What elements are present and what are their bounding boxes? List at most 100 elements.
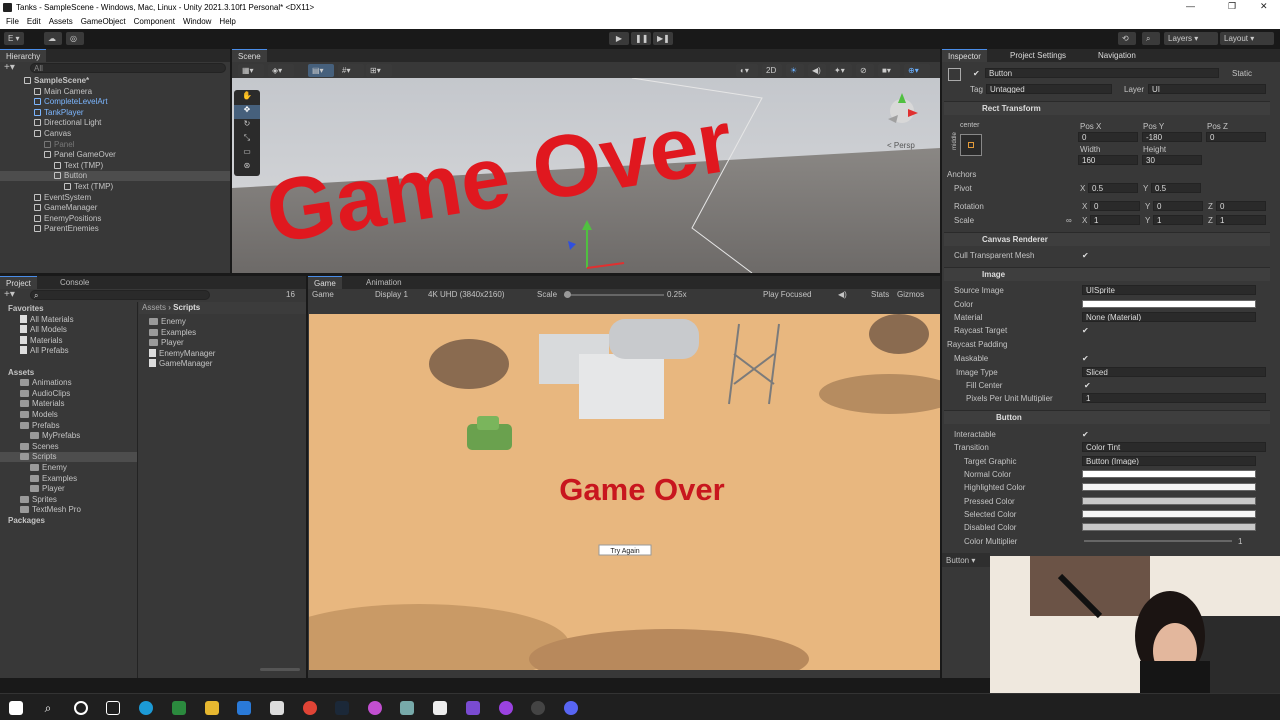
- stats-button[interactable]: Stats: [871, 289, 889, 301]
- asset-folder[interactable]: Examples: [0, 474, 137, 484]
- posz-field[interactable]: 0: [1206, 132, 1266, 142]
- project-file[interactable]: Player: [149, 338, 184, 348]
- highlighted-color-swatch[interactable]: [1082, 483, 1256, 491]
- try-again-button[interactable]: Try Again: [598, 544, 652, 556]
- pause-button[interactable]: ❚❚: [631, 32, 651, 45]
- favorite-item[interactable]: All Prefabs: [0, 346, 137, 356]
- icon-size-slider[interactable]: [260, 668, 300, 671]
- rotation-z-field[interactable]: 0: [1216, 201, 1266, 211]
- steam-icon[interactable]: [335, 701, 349, 715]
- hierarchy-item[interactable]: Panel GameOver: [0, 150, 230, 160]
- toggle-2d-button[interactable]: 2D: [762, 64, 782, 77]
- shading-icon[interactable]: ◐▾: [736, 64, 758, 77]
- menu-window[interactable]: Window: [183, 15, 211, 29]
- hierarchy-item[interactable]: CompleteLevelArt: [0, 97, 230, 107]
- height-field[interactable]: 30: [1142, 155, 1202, 165]
- visual-studio-icon[interactable]: [466, 701, 480, 715]
- rect-transform-header[interactable]: Rect Transform: [944, 101, 1270, 115]
- start-icon[interactable]: [9, 701, 23, 715]
- hierarchy-item[interactable]: SampleScene*: [0, 76, 230, 86]
- project-file[interactable]: Examples: [149, 328, 196, 338]
- tab-game[interactable]: Game: [308, 276, 342, 289]
- github-icon[interactable]: [531, 701, 545, 715]
- cortana-icon[interactable]: [74, 701, 88, 715]
- pressed-color-swatch[interactable]: [1082, 497, 1256, 505]
- draw-mode-icon[interactable]: ▦▾: [238, 64, 264, 77]
- close-button[interactable]: ✕: [1260, 1, 1268, 12]
- menu-gameobject[interactable]: GameObject: [81, 15, 126, 29]
- edge-icon[interactable]: [139, 701, 153, 715]
- asset-folder[interactable]: Enemy: [0, 463, 137, 473]
- scale-z-field[interactable]: 1: [1216, 215, 1266, 225]
- add-icon[interactable]: +▾: [4, 62, 15, 73]
- asset-folder[interactable]: Player: [0, 484, 137, 494]
- effects-icon[interactable]: ✦▾: [830, 64, 852, 77]
- transform-tool-icon[interactable]: ⊛: [234, 161, 260, 175]
- menu-assets[interactable]: Assets: [49, 15, 73, 29]
- discord-icon[interactable]: [564, 701, 578, 715]
- scale-y-field[interactable]: 1: [1153, 215, 1203, 225]
- width-field[interactable]: 160: [1078, 155, 1138, 165]
- unity-icon[interactable]: [433, 701, 447, 715]
- tag-dropdown[interactable]: Untagged: [986, 84, 1112, 94]
- hierarchy-item[interactable]: Canvas: [0, 129, 230, 139]
- maskable-checkbox[interactable]: ✔: [1082, 354, 1089, 363]
- material-field[interactable]: None (Material): [1082, 312, 1256, 322]
- unity-hub-icon[interactable]: [270, 701, 284, 715]
- project-file[interactable]: GameManager: [149, 359, 212, 369]
- hierarchy-item[interactable]: Main Camera: [0, 87, 230, 97]
- gizmos-icon[interactable]: ⊕▾: [904, 64, 930, 77]
- search-icon[interactable]: ⌕: [1142, 32, 1160, 45]
- pivot-x-field[interactable]: 0.5: [1088, 183, 1138, 193]
- rotation-x-field[interactable]: 0: [1090, 201, 1140, 211]
- inkscape-icon[interactable]: [400, 701, 414, 715]
- tab-scene[interactable]: Scene: [232, 49, 267, 62]
- asset-folder[interactable]: Scenes: [0, 442, 137, 452]
- game-viewport[interactable]: Game Over Try Again: [309, 314, 940, 670]
- disabled-color-swatch[interactable]: [1082, 523, 1256, 531]
- tab-navigation[interactable]: Navigation: [1092, 49, 1142, 62]
- color-swatch[interactable]: [1082, 300, 1256, 308]
- rect-tool-icon[interactable]: ▭: [234, 147, 260, 161]
- hidden-icon[interactable]: ⊘: [856, 64, 874, 77]
- selected-color-swatch[interactable]: [1082, 510, 1256, 518]
- posy-field[interactable]: -180: [1142, 132, 1202, 142]
- camera-icon[interactable]: ■▾: [878, 64, 900, 77]
- canvas-renderer-header[interactable]: Canvas Renderer: [944, 232, 1270, 246]
- hierarchy-item[interactable]: TankPlayer: [0, 108, 230, 118]
- hierarchy-search-input[interactable]: All: [30, 63, 226, 73]
- object-name-field[interactable]: Button: [985, 68, 1219, 78]
- history-icon[interactable]: ⟲: [1118, 32, 1136, 45]
- asset-folder[interactable]: Sprites: [0, 495, 137, 505]
- maximize-button[interactable]: ❐: [1228, 1, 1236, 12]
- play-button[interactable]: ▶: [609, 32, 629, 45]
- asset-folder[interactable]: MyPrefabs: [0, 431, 137, 441]
- fill-center-checkbox[interactable]: ✔: [1084, 381, 1091, 390]
- store-icon[interactable]: [172, 701, 186, 715]
- snap-icon[interactable]: ⊞▾: [366, 64, 392, 77]
- favorite-item[interactable]: All Models: [0, 325, 137, 335]
- layout-dropdown[interactable]: Layout ▾: [1220, 32, 1274, 45]
- mail-icon[interactable]: [237, 701, 251, 715]
- layer-dropdown[interactable]: UI: [1148, 84, 1266, 94]
- favorites-header[interactable]: Favorites: [8, 304, 44, 314]
- project-search-input[interactable]: ⌕: [30, 290, 210, 300]
- scale-slider[interactable]: [564, 291, 664, 298]
- hierarchy-item[interactable]: EventSystem: [0, 193, 230, 203]
- hierarchy-item[interactable]: EnemyPositions: [0, 214, 230, 224]
- collab-icon[interactable]: ◎: [66, 32, 84, 45]
- persp-label[interactable]: < Persp: [887, 141, 915, 150]
- hand-tool-icon[interactable]: ✋: [234, 91, 260, 105]
- hierarchy-item[interactable]: Directional Light: [0, 118, 230, 128]
- game-mode-dropdown[interactable]: Game: [312, 289, 334, 301]
- preview-dropdown[interactable]: Button ▾: [942, 553, 990, 567]
- asset-folder[interactable]: Prefabs: [0, 421, 137, 431]
- asset-folder[interactable]: Scripts: [0, 452, 137, 463]
- asset-folder[interactable]: Materials: [0, 399, 137, 409]
- tab-hierarchy[interactable]: Hierarchy: [0, 49, 47, 62]
- step-button[interactable]: ▶❚: [653, 32, 673, 45]
- interactable-checkbox[interactable]: ✔: [1082, 430, 1089, 439]
- menu-component[interactable]: Component: [134, 15, 175, 29]
- audio-icon[interactable]: ◀): [808, 64, 826, 77]
- lighting-icon[interactable]: ☀: [786, 64, 804, 77]
